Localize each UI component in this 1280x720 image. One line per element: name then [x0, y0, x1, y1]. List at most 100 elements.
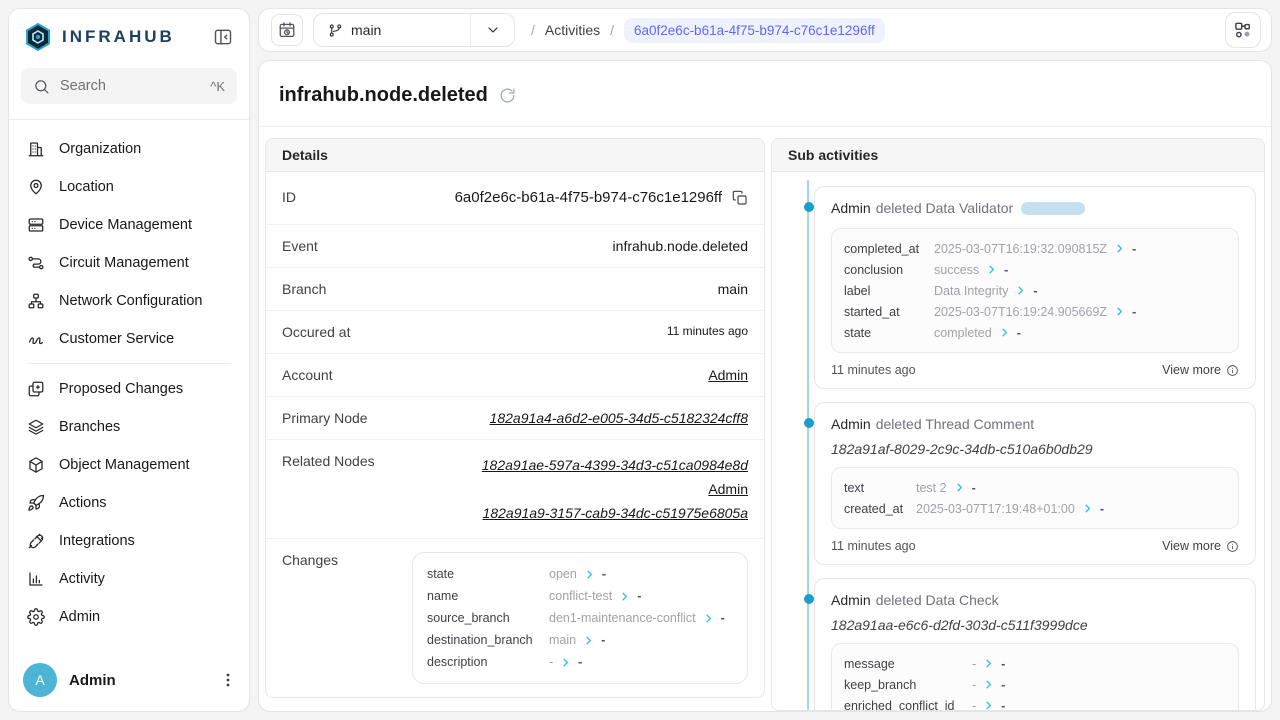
sidebar-user: A Admin: [9, 653, 249, 711]
schema-visualizer-button[interactable]: [1225, 12, 1261, 48]
panel-collapse-icon: [213, 27, 233, 47]
branch-selector-caret[interactable]: [470, 14, 514, 46]
breadcrumb-section[interactable]: Activities: [545, 22, 600, 38]
sidebar-item-device-management[interactable]: Device Management: [19, 206, 239, 244]
chevron-right-icon: [954, 482, 965, 493]
building-icon: [27, 140, 45, 158]
sub-activities-panel: Sub activities Admin deleted Data Valida…: [771, 138, 1265, 711]
sidebar-item-label: Location: [59, 179, 114, 195]
detail-label: Related Nodes: [282, 453, 375, 469]
details-panel: Details ID 6a0f2e6c-b61a-4f75-b974-c76c1…: [265, 138, 765, 698]
sitemap-icon: [27, 292, 45, 310]
field-old-value: completed: [934, 326, 992, 340]
activity-action: deleted Data Validator: [876, 198, 1014, 218]
change-new-value: -: [602, 567, 606, 581]
sidebar-item-label: Organization: [59, 141, 141, 157]
chevron-right-icon: [986, 264, 997, 275]
detail-label: Event: [282, 238, 318, 254]
chevron-right-icon: [983, 679, 994, 690]
detail-row-primary-node: Primary Node 182a91a4-a6d2-e005-34d5-c51…: [266, 397, 764, 440]
sidebar-item-actions[interactable]: Actions: [19, 484, 239, 522]
field-old-value: -: [972, 678, 976, 692]
search-shortcut: ^K: [210, 79, 225, 94]
change-key: state: [427, 567, 549, 581]
chevron-down-icon: [485, 22, 501, 38]
time-travel-button[interactable]: [271, 14, 303, 46]
account-link[interactable]: Admin: [708, 367, 748, 383]
field-row: started_at 2025-03-07T16:19:24.905669Z -: [844, 301, 1226, 322]
field-old-value: Data Integrity: [934, 284, 1008, 298]
sidebar-item-location[interactable]: Location: [19, 168, 239, 206]
user-name: Admin: [69, 672, 116, 689]
activity-fields-box: message - - keep_branch - -: [831, 643, 1239, 710]
related-node-link[interactable]: 182a91ae-597a-4399-34d3-c51ca0984e8d: [482, 453, 748, 477]
app: INFRAHUB Search ^K Organization Location: [0, 0, 1280, 720]
change-old-value: den1-maintenance-conflict: [549, 611, 696, 625]
info-icon: [1226, 540, 1239, 553]
skeleton-pill: [1021, 202, 1085, 215]
chevron-right-icon: [584, 569, 595, 580]
sidebar-item-organization[interactable]: Organization: [19, 130, 239, 168]
field-new-value: -: [1033, 284, 1037, 298]
field-row: conclusion success -: [844, 259, 1226, 280]
activity-time: 11 minutes ago: [831, 539, 916, 553]
detail-row-event: Event infrahub.node.deleted: [266, 225, 764, 268]
sidebar-item-label: Proposed Changes: [59, 381, 183, 397]
change-key: source_branch: [427, 611, 549, 625]
view-more-button[interactable]: View more: [1162, 539, 1239, 553]
bar-chart-icon: [27, 570, 45, 588]
sidebar-item-network-configuration[interactable]: Network Configuration: [19, 282, 239, 320]
sidebar-item-label: Branches: [59, 419, 120, 435]
chevron-right-icon: [983, 658, 994, 669]
sidebar-item-customer-service[interactable]: Customer Service: [19, 320, 239, 358]
related-node-link[interactable]: Admin: [708, 477, 748, 501]
sidebar-item-label: Network Configuration: [59, 293, 202, 309]
detail-value-branch: main: [718, 281, 748, 297]
change-key: destination_branch: [427, 633, 549, 647]
sub-activities-header: Sub activities: [772, 139, 1264, 172]
sidebar-collapse-button[interactable]: [211, 25, 235, 49]
sidebar-item-admin[interactable]: Admin: [19, 598, 239, 636]
sidebar-item-label: Object Management: [59, 457, 190, 473]
avatar: A: [23, 663, 57, 697]
change-old-value: open: [549, 567, 577, 581]
field-row: message - -: [844, 653, 1226, 674]
activity-fields-box: text test 2 - created_at 2025-03-07T17:1…: [831, 467, 1239, 529]
field-old-value: -: [972, 657, 976, 671]
activity-action: deleted Data Check: [876, 590, 999, 610]
search-placeholder: Search: [60, 78, 106, 94]
field-row: completed_at 2025-03-07T16:19:32.090815Z…: [844, 238, 1226, 259]
sidebar-item-branches[interactable]: Branches: [19, 408, 239, 446]
field-new-value: -: [1017, 326, 1021, 340]
refresh-button[interactable]: [499, 87, 516, 104]
sidebar-item-activity[interactable]: Activity: [19, 560, 239, 598]
search-input[interactable]: Search ^K: [21, 68, 237, 104]
related-node-link[interactable]: 182a91a9-3157-cab9-34dc-c51975e6805a: [483, 501, 748, 525]
primary-node-link[interactable]: 182a91a4-a6d2-e005-34d5-c5182324cff8: [490, 410, 748, 426]
field-row: keep_branch - -: [844, 674, 1226, 695]
user-menu-button[interactable]: [221, 672, 235, 688]
detail-label: Account: [282, 367, 333, 383]
timeline-dot: [804, 202, 814, 212]
route-icon: [27, 254, 45, 272]
copy-id-button[interactable]: [732, 190, 748, 206]
change-old-value: main: [549, 633, 576, 647]
main-column: main / Activities / 6a0f2e6c-b61a-4f75-b…: [258, 8, 1272, 712]
activity-footer: 11 minutes ago View more: [831, 539, 1239, 553]
branch-selector[interactable]: main: [313, 13, 515, 47]
sidebar-item-object-management[interactable]: Object Management: [19, 446, 239, 484]
view-more-button[interactable]: View more: [1162, 363, 1239, 377]
sidebar-item-integrations[interactable]: Integrations: [19, 522, 239, 560]
activity-title: Admin deleted Thread Comment: [831, 414, 1239, 434]
activity-action: deleted Thread Comment: [876, 414, 1035, 434]
gear-icon: [27, 608, 45, 626]
activity-card: Admin deleted Thread Comment 182a91af-80…: [814, 402, 1256, 565]
breadcrumb-activity-id[interactable]: 6a0f2e6c-b61a-4f75-b974-c76c1e1296ff: [624, 18, 885, 43]
branch-name: main: [351, 22, 381, 38]
detail-row-changes: Changes state open - name conflict-test: [266, 539, 764, 697]
calendar-clock-icon: [278, 21, 296, 39]
sidebar-item-proposed-changes[interactable]: Proposed Changes: [19, 370, 239, 408]
change-row: state open -: [427, 563, 733, 585]
sidebar-item-circuit-management[interactable]: Circuit Management: [19, 244, 239, 282]
detail-label: Occured at: [282, 324, 350, 340]
